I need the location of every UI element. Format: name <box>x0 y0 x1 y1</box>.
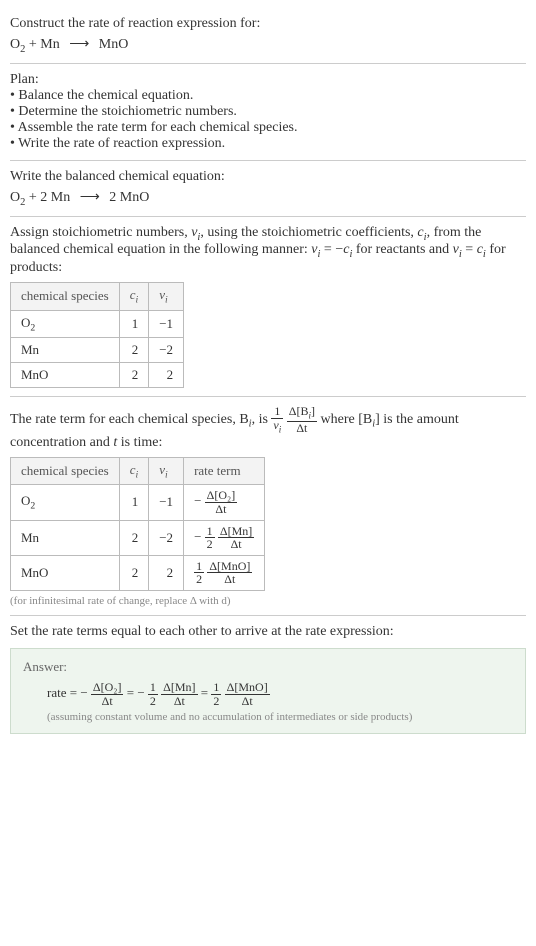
final-section: Set the rate terms equal to each other t… <box>10 616 526 742</box>
col-ci: ci <box>119 457 149 485</box>
reactant-o2: O2 <box>10 37 25 52</box>
rateterm-section: The rate term for each chemical species,… <box>10 397 526 616</box>
plan-bullet-3: • Assemble the rate term for each chemic… <box>10 120 526 136</box>
cell-ci: 2 <box>119 338 149 363</box>
rateterm-description: The rate term for each chemical species,… <box>10 405 526 450</box>
cell-nui: −2 <box>149 338 184 363</box>
plan-heading: Plan: <box>10 72 526 88</box>
stoich-section: Assign stoichiometric numbers, νi, using… <box>10 217 526 398</box>
intro-section: Construct the rate of reaction expressio… <box>10 8 526 64</box>
fraction-1-over-nu: 1 νi <box>271 405 283 434</box>
col-nui: νi <box>149 457 184 485</box>
table-row: Mn 2 −2 − 12 Δ[Mn]Δt <box>11 520 265 555</box>
plan-bullet-1: • Balance the chemical equation. <box>10 88 526 104</box>
cell-rate: − Δ[O₂]Δt <box>184 485 265 520</box>
term-mn: Δ[Mn]Δt <box>161 681 197 707</box>
cell-species: O2 <box>11 310 120 338</box>
term-mno: Δ[MnO]Δt <box>225 681 270 707</box>
plus-mn: + Mn <box>25 37 63 52</box>
cell-species: MnO <box>11 363 120 388</box>
table-row: O2 1 −1 − Δ[O₂]Δt <box>11 485 265 520</box>
balanced-section: Write the balanced chemical equation: O2… <box>10 161 526 217</box>
rate-expression: rate = − Δ[O₂]Δt = − 12 Δ[Mn]Δt = 12 Δ[M… <box>23 681 513 707</box>
final-heading: Set the rate terms equal to each other t… <box>10 624 526 640</box>
product-2mno: 2 MnO <box>106 190 150 205</box>
table-row: Mn 2 −2 <box>11 338 184 363</box>
table-row: MnO 2 2 <box>11 363 184 388</box>
cell-species: Mn <box>11 520 120 555</box>
col-species: chemical species <box>11 283 120 311</box>
answer-title: Answer: <box>23 659 513 675</box>
fraction-dB-dt: Δ[Bi] Δt <box>287 405 317 434</box>
stoich-table: chemical species ci νi O2 1 −1 Mn 2 −2 M… <box>10 282 184 388</box>
plan-bullet-4: • Write the rate of reaction expression. <box>10 136 526 152</box>
product-mno: MnO <box>95 37 128 52</box>
cell-nui: −2 <box>149 520 184 555</box>
coef-half-1: 12 <box>148 681 158 707</box>
table-header-row: chemical species ci νi rate term <box>11 457 265 485</box>
cell-nui: −1 <box>149 310 184 338</box>
plus-2mn: + 2 Mn <box>25 190 73 205</box>
cell-ci: 1 <box>119 310 149 338</box>
rateterm-caption: (for infinitesimal rate of change, repla… <box>10 595 526 607</box>
term-o2: Δ[O₂]Δt <box>91 681 124 707</box>
cell-rate: 12 Δ[MnO]Δt <box>184 555 265 590</box>
cell-nui: 2 <box>149 363 184 388</box>
intro-prompt: Construct the rate of reaction expressio… <box>10 16 526 32</box>
balanced-equation: O2 + 2 Mn ⟶ 2 MnO <box>10 189 526 208</box>
cell-ci: 2 <box>119 555 149 590</box>
cell-ci: 1 <box>119 485 149 520</box>
reactant-o2: O2 <box>10 190 25 205</box>
reaction-arrow-icon: ⟶ <box>74 189 106 206</box>
intro-equation: O2 + Mn ⟶ MnO <box>10 36 526 55</box>
rateterm-table: chemical species ci νi rate term O2 1 −1… <box>10 457 265 591</box>
cell-ci: 2 <box>119 363 149 388</box>
cell-species: Mn <box>11 338 120 363</box>
cell-nui: −1 <box>149 485 184 520</box>
col-rate: rate term <box>184 457 265 485</box>
coef-half-2: 12 <box>211 681 221 707</box>
col-ci: ci <box>119 283 149 311</box>
cell-rate: − 12 Δ[Mn]Δt <box>184 520 265 555</box>
cell-nui: 2 <box>149 555 184 590</box>
table-row: MnO 2 2 12 Δ[MnO]Δt <box>11 555 265 590</box>
col-nui: νi <box>149 283 184 311</box>
plan-section: Plan: • Balance the chemical equation. •… <box>10 64 526 161</box>
answer-assumption: (assuming constant volume and no accumul… <box>23 711 513 723</box>
reaction-arrow-icon: ⟶ <box>63 36 95 53</box>
answer-box: Answer: rate = − Δ[O₂]Δt = − 12 Δ[Mn]Δt … <box>10 648 526 734</box>
col-species: chemical species <box>11 457 120 485</box>
cell-species: MnO <box>11 555 120 590</box>
table-header-row: chemical species ci νi <box>11 283 184 311</box>
table-row: O2 1 −1 <box>11 310 184 338</box>
stoich-description: Assign stoichiometric numbers, νi, using… <box>10 225 526 277</box>
plan-bullet-2: • Determine the stoichiometric numbers. <box>10 104 526 120</box>
balanced-heading: Write the balanced chemical equation: <box>10 169 526 185</box>
cell-ci: 2 <box>119 520 149 555</box>
cell-species: O2 <box>11 485 120 520</box>
